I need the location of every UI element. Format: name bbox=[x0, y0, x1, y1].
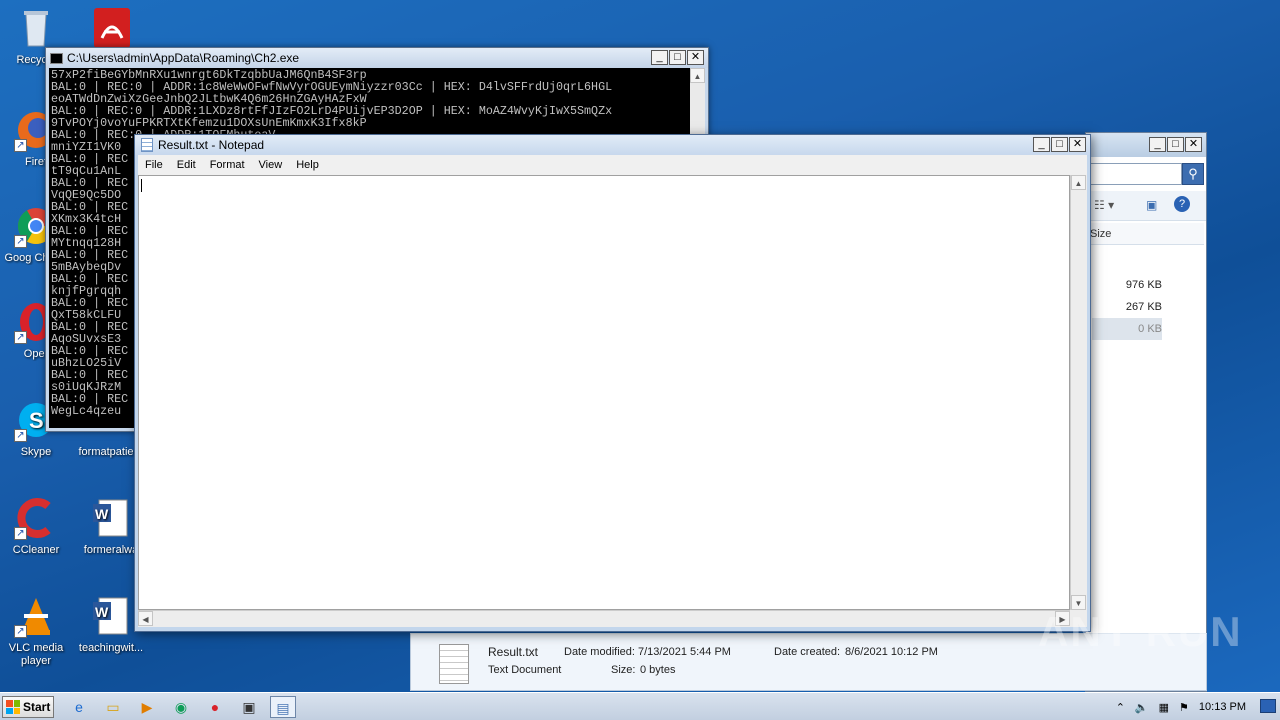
explorer-toolbar: ☷ ▾ ▣ ? bbox=[1086, 191, 1206, 221]
text-caret bbox=[141, 179, 142, 192]
console-title: C:\Users\admin\AppData\Roaming\Ch2.exe bbox=[67, 51, 300, 65]
menu-help[interactable]: Help bbox=[289, 159, 326, 171]
console-taskbar-icon[interactable]: ▣ bbox=[236, 696, 262, 718]
notepad-taskbar-icon[interactable]: ▤ bbox=[270, 696, 296, 718]
taskbar: Start e ▭ ▶ ◉ ● ▣ ▤ ⌃ 🔈 ▦ ⚑ 10:13 PM bbox=[0, 692, 1280, 720]
anyrun-watermark: ANY RUN bbox=[1038, 608, 1243, 655]
desktop-icon-label: formatpatie bbox=[78, 446, 134, 458]
ccleaner-icon: ↗ bbox=[14, 496, 58, 540]
details-filetype: Text Document bbox=[488, 664, 562, 676]
action-center-icon[interactable]: ⚑ bbox=[1179, 701, 1189, 714]
details-size-label: Size: bbox=[611, 664, 636, 676]
acrobat-icon bbox=[90, 6, 134, 50]
scroll-up-icon[interactable]: ▲ bbox=[1071, 175, 1086, 190]
desktop-icon-vlc[interactable]: ↗ VLC media player bbox=[0, 594, 72, 668]
show-desktop-button[interactable] bbox=[1260, 699, 1276, 713]
minimize-button[interactable]: _ bbox=[651, 50, 668, 65]
notepad-icon bbox=[141, 138, 153, 152]
column-header-label: Size bbox=[1090, 228, 1112, 240]
file-size[interactable]: 267 KB bbox=[1092, 301, 1162, 313]
search-icon[interactable]: ⚲ bbox=[1182, 163, 1204, 185]
menu-edit[interactable]: Edit bbox=[170, 159, 203, 171]
notepad-title: Result.txt - Notepad bbox=[158, 138, 265, 152]
search-input[interactable] bbox=[1090, 163, 1182, 185]
shortcut-arrow-icon: ↗ bbox=[14, 235, 27, 248]
minimize-button[interactable]: _ bbox=[1033, 137, 1050, 152]
word-document-icon: W bbox=[89, 594, 133, 638]
maximize-button[interactable]: □ bbox=[1051, 137, 1068, 152]
network-icon[interactable]: ▦ bbox=[1159, 701, 1169, 714]
view-options-icon[interactable]: ☷ ▾ bbox=[1094, 198, 1114, 212]
notepad-titlebar[interactable]: Result.txt - Notepad bbox=[135, 135, 1090, 155]
desktop-icon-label: Skype bbox=[20, 446, 52, 458]
details-filename: Result.txt bbox=[488, 645, 539, 659]
svg-text:W: W bbox=[95, 506, 109, 522]
desktop-icon-label: VLC media player bbox=[8, 642, 64, 667]
notepad-window[interactable]: Result.txt - Notepad _ □ ✕ File Edit For… bbox=[134, 134, 1091, 632]
chrome-taskbar-icon[interactable]: ◉ bbox=[168, 696, 194, 718]
menu-format[interactable]: Format bbox=[203, 159, 252, 171]
notepad-window-buttons: _ □ ✕ bbox=[1032, 137, 1086, 152]
close-button[interactable]: ✕ bbox=[687, 50, 704, 65]
maximize-button[interactable]: □ bbox=[669, 50, 686, 65]
windows-logo-icon bbox=[6, 700, 20, 714]
text-editor[interactable] bbox=[138, 175, 1070, 610]
maximize-button[interactable]: □ bbox=[1167, 137, 1184, 152]
opera-taskbar-icon[interactable]: ● bbox=[202, 696, 228, 718]
help-icon[interactable]: ? bbox=[1174, 196, 1190, 212]
minimize-button[interactable]: _ bbox=[1149, 137, 1166, 152]
column-header-size[interactable]: Size bbox=[1086, 223, 1204, 245]
horizontal-scrollbar[interactable]: ◀ ▶ bbox=[138, 610, 1070, 627]
close-button[interactable]: ✕ bbox=[1185, 137, 1202, 152]
menu-view[interactable]: View bbox=[252, 159, 290, 171]
file-size[interactable]: 976 KB bbox=[1092, 279, 1162, 291]
desktop-icon-ccleaner[interactable]: ↗ CCleaner bbox=[0, 496, 72, 557]
scroll-up-icon[interactable]: ▲ bbox=[690, 68, 705, 83]
details-modified-label: Date modified: bbox=[564, 646, 635, 658]
shortcut-arrow-icon: ↗ bbox=[14, 625, 27, 638]
explorer-icon[interactable]: ▭ bbox=[100, 696, 126, 718]
recycle-bin-icon bbox=[14, 6, 58, 50]
start-label: Start bbox=[23, 700, 51, 714]
media-player-icon[interactable]: ▶ bbox=[134, 696, 160, 718]
console-icon bbox=[50, 52, 63, 64]
start-button[interactable]: Start bbox=[2, 696, 54, 718]
system-tray: ⌃ 🔈 ▦ ⚑ 10:13 PM bbox=[1111, 693, 1280, 720]
menu-file[interactable]: File bbox=[138, 159, 170, 171]
word-document-icon: W bbox=[89, 496, 133, 540]
console-window-buttons: _ □ ✕ bbox=[650, 50, 704, 65]
details-created-label: Date created: bbox=[774, 646, 841, 658]
details-size-value: 0 bytes bbox=[640, 664, 676, 676]
svg-text:W: W bbox=[95, 604, 109, 620]
svg-text:S: S bbox=[29, 408, 44, 433]
menu-bar: File Edit Format View Help bbox=[138, 155, 1087, 175]
shortcut-arrow-icon: ↗ bbox=[14, 429, 27, 442]
desktop-icon-label: CCleaner bbox=[12, 544, 60, 556]
details-modified-value: 7/13/2021 5:44 PM bbox=[638, 646, 731, 658]
details-created-value: 8/6/2021 10:12 PM bbox=[845, 646, 938, 658]
text-file-icon bbox=[439, 644, 469, 684]
desktop-icon-label: teachingwit... bbox=[78, 642, 144, 654]
vertical-scrollbar[interactable]: ▲ ▼ bbox=[1070, 175, 1087, 610]
ie-icon[interactable]: e bbox=[66, 696, 92, 718]
shortcut-arrow-icon: ↗ bbox=[14, 139, 27, 152]
clock[interactable]: 10:13 PM bbox=[1199, 701, 1246, 713]
shortcut-arrow-icon: ↗ bbox=[14, 331, 27, 344]
preview-pane-icon[interactable]: ▣ bbox=[1146, 198, 1157, 212]
vlc-icon: ↗ bbox=[14, 594, 58, 638]
volume-icon[interactable]: 🔈 bbox=[1135, 701, 1149, 714]
file-size-selected[interactable]: 0 KB bbox=[1092, 318, 1162, 340]
console-titlebar[interactable]: C:\Users\admin\AppData\Roaming\Ch2.exe bbox=[46, 48, 708, 68]
explorer-window-buttons: _ □ ✕ bbox=[1148, 137, 1202, 152]
close-button[interactable]: ✕ bbox=[1069, 137, 1086, 152]
scroll-left-icon[interactable]: ◀ bbox=[138, 611, 153, 626]
tray-expand-icon[interactable]: ⌃ bbox=[1116, 701, 1125, 714]
shortcut-arrow-icon: ↗ bbox=[14, 527, 27, 540]
